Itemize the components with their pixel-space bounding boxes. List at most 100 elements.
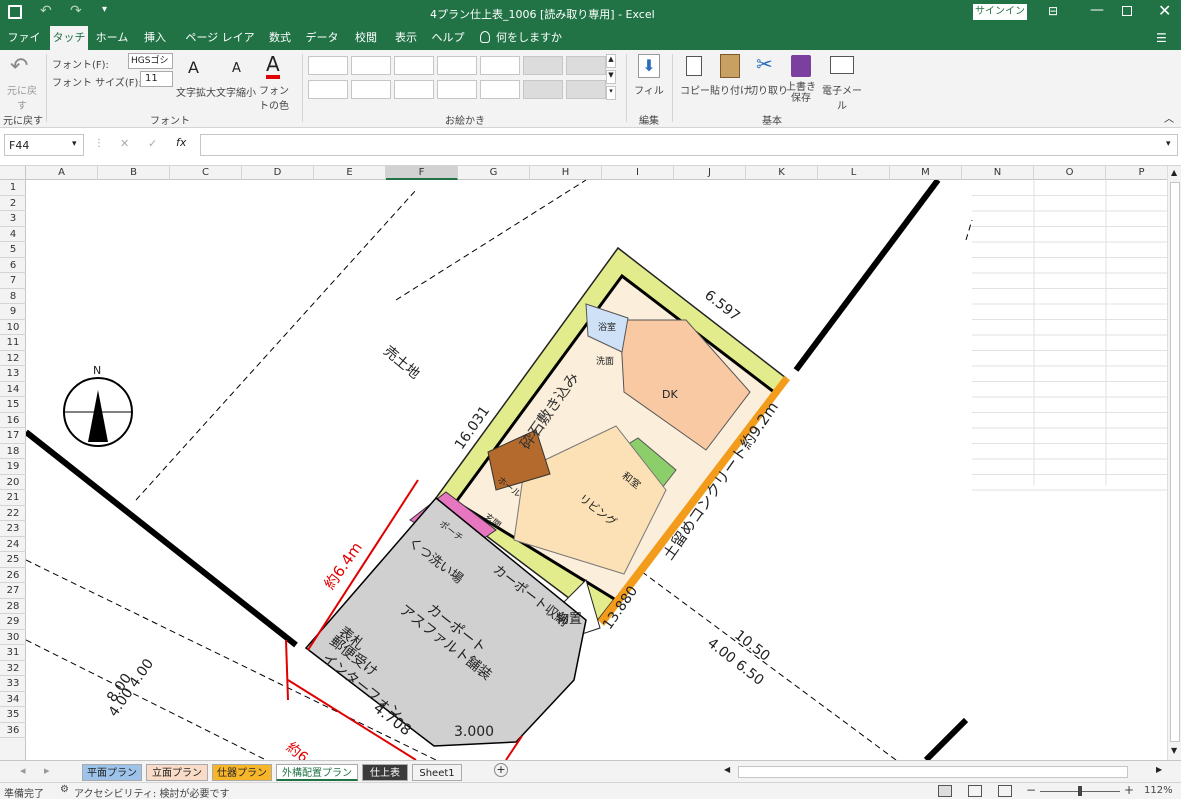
shrink-font-icon[interactable]: A (232, 61, 241, 76)
row-header-15[interactable]: 15 (0, 397, 26, 413)
row-header-13[interactable]: 13 (0, 366, 26, 382)
copy-label[interactable]: コピー (678, 82, 712, 97)
row-header-4[interactable]: 4 (0, 227, 26, 242)
tab-data[interactable]: データ (302, 26, 342, 50)
row-header-21[interactable]: 21 (0, 490, 26, 506)
shape-style-tile[interactable] (437, 80, 477, 99)
row-header-7[interactable]: 7 (0, 273, 26, 289)
hscroll-right-icon[interactable]: ▶ (1156, 765, 1162, 774)
grow-font-icon[interactable]: A (188, 58, 199, 77)
row-header-20[interactable]: 20 (0, 475, 26, 490)
shape-style-tile[interactable] (523, 80, 563, 99)
redo-icon[interactable]: ↷ (70, 3, 82, 19)
worksheet-grid[interactable]: N 売土地 砕石敷き込み 土留めコンクリート約9.2m 16.031 6.597… (26, 180, 1167, 760)
row-header-10[interactable]: 10 (0, 320, 26, 335)
column-header-a[interactable]: A (26, 166, 98, 180)
tab-help[interactable]: ヘルプ (428, 26, 468, 50)
row-header-17[interactable]: 17 (0, 428, 26, 444)
row-header-33[interactable]: 33 (0, 676, 26, 692)
prev-sheet-icon[interactable]: ◂ (20, 764, 26, 777)
scroll-thumb[interactable] (1170, 182, 1180, 742)
zoom-out-icon[interactable]: − (1026, 783, 1036, 797)
undo-icon[interactable]: ↶ (40, 3, 52, 19)
row-header-34[interactable]: 34 (0, 692, 26, 707)
column-header-h[interactable]: H (530, 166, 602, 180)
save-large-icon[interactable] (791, 55, 811, 77)
page-break-view-icon[interactable] (998, 785, 1012, 797)
tell-me-search[interactable]: 何をしますか (496, 26, 566, 50)
shape-style-tile[interactable] (308, 80, 348, 99)
confirm-formula-icon[interactable]: ✓ (148, 137, 157, 150)
row-header-19[interactable]: 19 (0, 459, 26, 475)
fill-down-icon[interactable]: ⬇ (638, 54, 660, 78)
page-layout-view-icon[interactable] (968, 785, 982, 797)
scroll-up-icon[interactable]: ▲ (1171, 168, 1177, 177)
vertical-scrollbar[interactable]: ▲ ▼ (1167, 166, 1181, 760)
close-icon[interactable]: ✕ (1158, 1, 1171, 20)
maximize-icon[interactable] (1122, 6, 1132, 16)
sheet-tab[interactable]: 仕上表 (362, 764, 408, 781)
formula-input[interactable] (200, 134, 1178, 156)
next-sheet-icon[interactable]: ▸ (44, 764, 50, 777)
column-header-b[interactable]: B (98, 166, 170, 180)
scroll-down-icon[interactable]: ▼ (1171, 746, 1177, 755)
sheet-tab[interactable]: 外構配置プラン (276, 764, 358, 781)
row-header-22[interactable]: 22 (0, 506, 26, 521)
sheet-tab[interactable]: Sheet1 (412, 764, 462, 781)
share-icon[interactable]: ☰ (1156, 31, 1167, 45)
zoom-slider-thumb[interactable] (1078, 786, 1082, 796)
tab-view[interactable]: 表示 (390, 26, 422, 50)
zoom-level[interactable]: 112% (1144, 785, 1173, 796)
row-header-26[interactable]: 26 (0, 568, 26, 583)
row-header-29[interactable]: 29 (0, 614, 26, 630)
email-label[interactable]: 電子メール (818, 82, 866, 112)
shape-style-tile[interactable] (308, 56, 348, 75)
row-header-14[interactable]: 14 (0, 382, 26, 397)
undo-large-icon[interactable]: ↶ (10, 54, 28, 79)
shape-style-tile[interactable] (437, 56, 477, 75)
shape-style-tile[interactable] (351, 56, 391, 75)
column-header-k[interactable]: K (746, 166, 818, 180)
shape-style-tile[interactable] (480, 80, 520, 99)
row-header-31[interactable]: 31 (0, 645, 26, 661)
tab-home[interactable]: ホーム (92, 26, 132, 50)
gallery-scroll-up-icon[interactable]: ▲ (606, 54, 616, 68)
tab-file[interactable]: ファイル (4, 26, 44, 68)
tab-insert[interactable]: 挿入 (137, 26, 173, 50)
shape-style-tile[interactable] (394, 80, 434, 99)
row-header-16[interactable]: 16 (0, 413, 26, 428)
sheet-tab[interactable]: 立面プラン (146, 764, 208, 781)
copy-icon[interactable] (686, 56, 702, 76)
column-header-j[interactable]: J (674, 166, 746, 180)
normal-view-icon[interactable] (938, 785, 952, 797)
row-header-9[interactable]: 9 (0, 304, 26, 320)
column-header-o[interactable]: O (1034, 166, 1106, 180)
minimize-icon[interactable]: — (1090, 2, 1104, 18)
row-header-8[interactable]: 8 (0, 289, 26, 304)
row-header-3[interactable]: 3 (0, 211, 26, 227)
font-color-icon[interactable]: A (266, 53, 280, 79)
email-icon[interactable] (830, 56, 854, 74)
column-header-i[interactable]: I (602, 166, 674, 180)
undo-label[interactable]: 元に戻す (4, 82, 40, 112)
paste-icon[interactable] (720, 54, 740, 78)
row-header-5[interactable]: 5 (0, 242, 26, 258)
shape-style-tile[interactable] (351, 80, 391, 99)
expand-formula-icon[interactable]: ▾ (1166, 139, 1171, 149)
horizontal-scrollbar[interactable] (738, 766, 1128, 778)
tab-formulas[interactable]: 数式 (264, 26, 296, 50)
column-header-g[interactable]: G (458, 166, 530, 180)
cancel-formula-icon[interactable]: ✕ (120, 137, 129, 150)
row-header-36[interactable]: 36 (0, 723, 26, 738)
shape-style-tile[interactable] (566, 80, 606, 99)
row-header-18[interactable]: 18 (0, 444, 26, 459)
paste-label[interactable]: 貼り付け (710, 82, 750, 97)
column-header-c[interactable]: C (170, 166, 242, 180)
add-sheet-icon[interactable]: + (494, 763, 508, 777)
row-header-12[interactable]: 12 (0, 351, 26, 366)
qat-dropdown-icon[interactable]: ▾ (102, 4, 107, 15)
column-header-f[interactable]: F (386, 166, 458, 180)
shape-style-tile[interactable] (523, 56, 563, 75)
shape-style-tile[interactable] (480, 56, 520, 75)
shrink-font-label[interactable]: 文字縮小 (216, 84, 256, 99)
